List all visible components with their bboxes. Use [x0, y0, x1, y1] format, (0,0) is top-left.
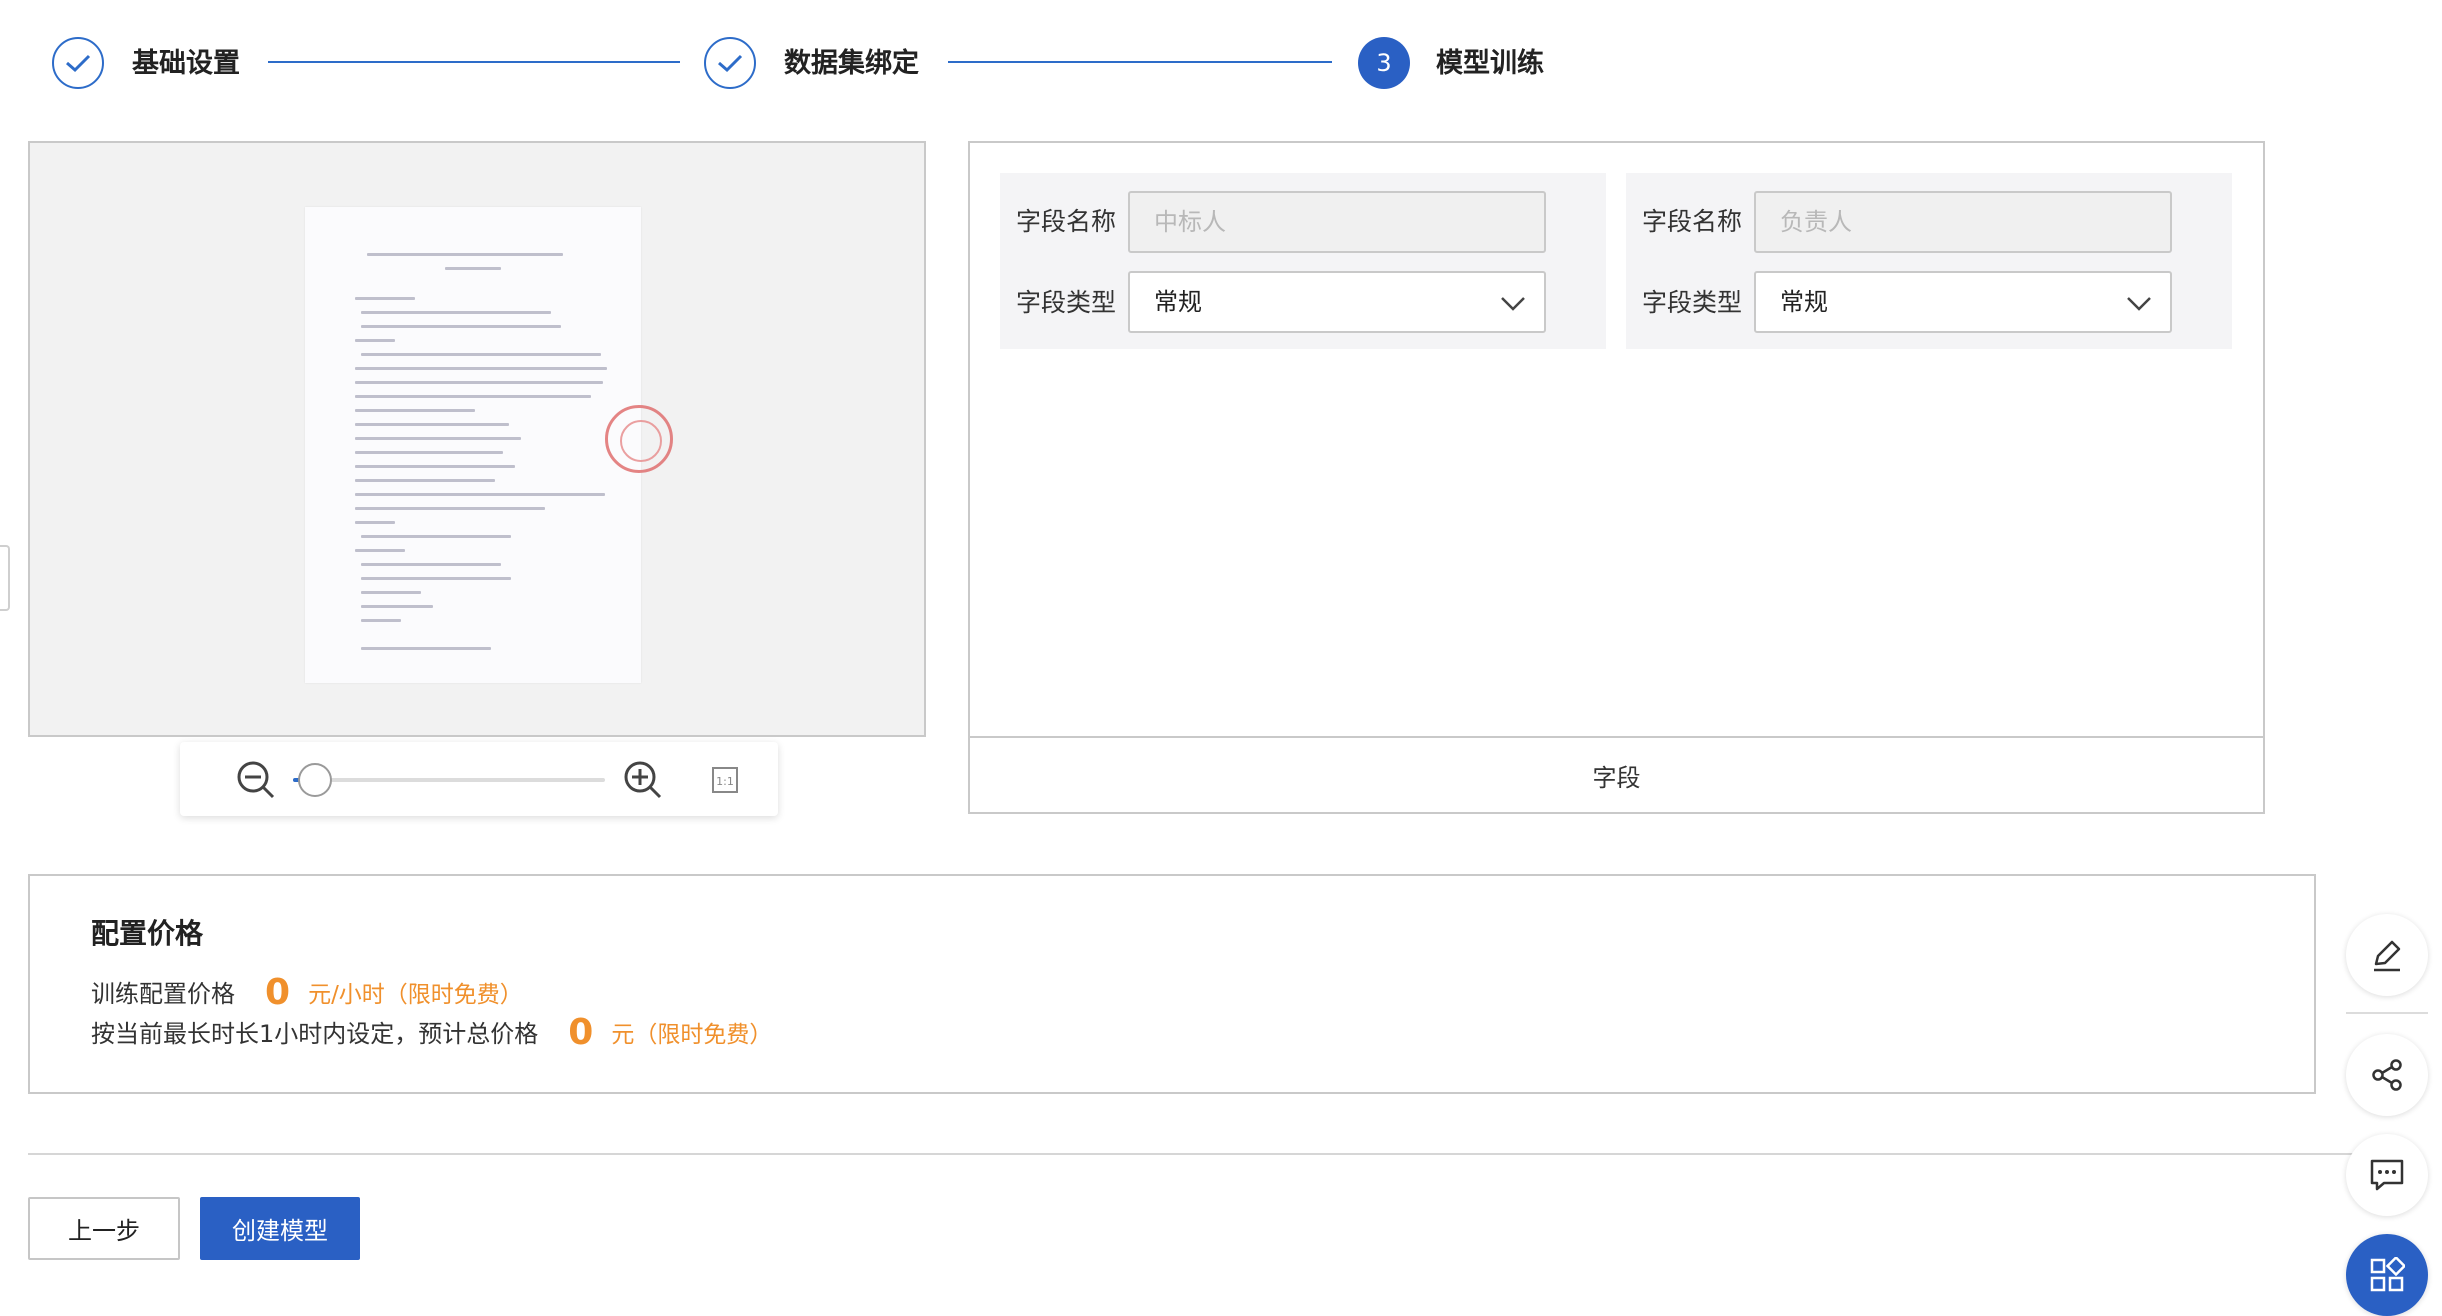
apps-button[interactable] — [2346, 1234, 2428, 1316]
price-title: 配置价格 — [91, 917, 204, 950]
edit-icon — [2374, 940, 2401, 972]
field-name-input[interactable]: 负责人 — [1754, 191, 2172, 253]
comment-button[interactable] — [2346, 1134, 2428, 1216]
total-price-row: 按当前最长时长1小时内设定，预计总价格 0 元（限时免费） — [91, 1012, 772, 1053]
hourly-price-row: 训练配置价格 0 元/小时（限时免费） — [91, 972, 523, 1013]
share-icon — [2372, 1059, 2402, 1091]
document-preview — [28, 141, 926, 737]
field-type-select[interactable]: 常规 — [1128, 271, 1546, 333]
document-thumbnail — [305, 207, 673, 683]
zoom-toolbar: 1:1 — [180, 742, 778, 816]
zoom-in-icon[interactable] — [623, 760, 663, 804]
field-type-label: 字段类型 — [1016, 288, 1117, 317]
field-type-label: 字段类型 — [1642, 288, 1743, 317]
step-2-label: 数据集绑定 — [784, 48, 919, 79]
step-1-label: 基础设置 — [132, 48, 240, 79]
step-2-check-icon — [704, 37, 756, 89]
field-type-select[interactable]: 常规 — [1754, 271, 2172, 333]
apps-icon — [2370, 1257, 2405, 1292]
side-collapse-handle[interactable] — [0, 545, 10, 611]
step-3-number: 3 — [1358, 37, 1410, 89]
total-price-unit: 元（限时免费） — [611, 1022, 773, 1048]
total-price-label: 按当前最长时长1小时内设定，预计总价格 — [91, 1020, 539, 1048]
field-name-label: 字段名称 — [1016, 207, 1117, 236]
chevron-down-icon — [2127, 297, 2151, 311]
create-model-button[interactable]: 创建模型 — [200, 1197, 360, 1260]
field-type-value: 常规 — [1780, 288, 1828, 316]
svg-text:1:1: 1:1 — [716, 775, 734, 788]
hourly-price-unit: 元/小时（限时免费） — [308, 982, 523, 1008]
hourly-price-value: 0 — [265, 972, 291, 1013]
field-card: 字段名称 负责人 字段类型 常规 — [1626, 173, 2232, 349]
previous-step-button[interactable]: 上一步 — [28, 1197, 180, 1260]
comment-icon — [2370, 1159, 2404, 1191]
actual-size-icon[interactable]: 1:1 — [711, 766, 739, 798]
field-type-value: 常规 — [1154, 288, 1202, 316]
chevron-down-icon — [1501, 297, 1525, 311]
edit-button[interactable] — [2346, 914, 2428, 996]
zoom-out-icon[interactable] — [236, 760, 276, 804]
field-card: 字段名称 中标人 字段类型 常规 — [1000, 173, 1606, 349]
step-3-label: 模型训练 — [1436, 48, 1544, 79]
step-connector — [268, 61, 680, 63]
fields-panel: 字段名称 中标人 字段类型 常规 字段名称 负责人 字段类型 常规 字段 — [968, 141, 2265, 814]
total-price-value: 0 — [568, 1012, 594, 1053]
price-config: 配置价格 训练配置价格 0 元/小时（限时免费） 按当前最长时长1小时内设定，预计总… — [28, 874, 2316, 1094]
zoom-slider-track[interactable] — [293, 778, 605, 782]
zoom-slider-handle[interactable] — [297, 763, 332, 797]
divider — [28, 1153, 2358, 1155]
hourly-price-label: 训练配置价格 — [91, 980, 235, 1008]
field-name-input[interactable]: 中标人 — [1128, 191, 1546, 253]
step-connector — [948, 61, 1332, 63]
share-button[interactable] — [2346, 1034, 2428, 1116]
step-1-check-icon — [52, 37, 104, 89]
fields-tab[interactable]: 字段 — [970, 736, 2263, 812]
field-name-label: 字段名称 — [1642, 207, 1743, 236]
red-seal-stamp — [605, 405, 673, 473]
tool-divider — [2346, 1012, 2428, 1014]
